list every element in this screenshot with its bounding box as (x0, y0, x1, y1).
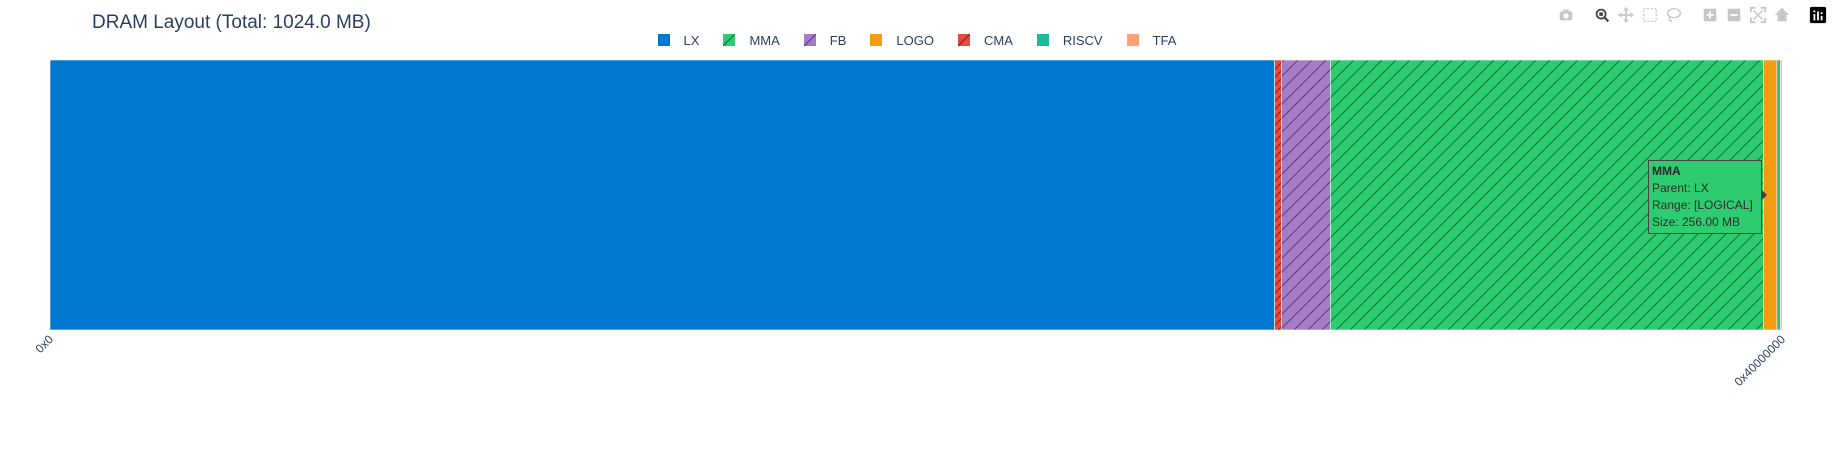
plot-area[interactable]: 0x0 0x40000000 (0, 0, 1834, 450)
x-tick-label-1: 0x40000000 (1731, 332, 1788, 389)
bar-segment-cma[interactable] (1274, 59, 1282, 331)
bars-layer (49, 59, 1783, 331)
hover-label-title: MMA (1652, 164, 1681, 178)
bar-segment-riscv[interactable] (1776, 59, 1781, 331)
hover-label: MMA Parent: LX Range: [LOGICAL] Size: 25… (1648, 160, 1762, 234)
bar-segment-tfa[interactable] (1780, 59, 1783, 331)
x-tick-label-0: 0x0 (33, 332, 57, 356)
bar-segment-lx[interactable] (49, 59, 1275, 331)
hover-label-line-parent: Parent: LX (1652, 181, 1709, 195)
hover-label-line-range: Range: [LOGICAL] (1652, 198, 1753, 212)
ticks-layer: 0x0 0x40000000 (33, 332, 1789, 389)
hover-label-line-size: Size: 256.00 MB (1652, 215, 1741, 229)
bar-segment-fb[interactable] (1281, 59, 1331, 331)
